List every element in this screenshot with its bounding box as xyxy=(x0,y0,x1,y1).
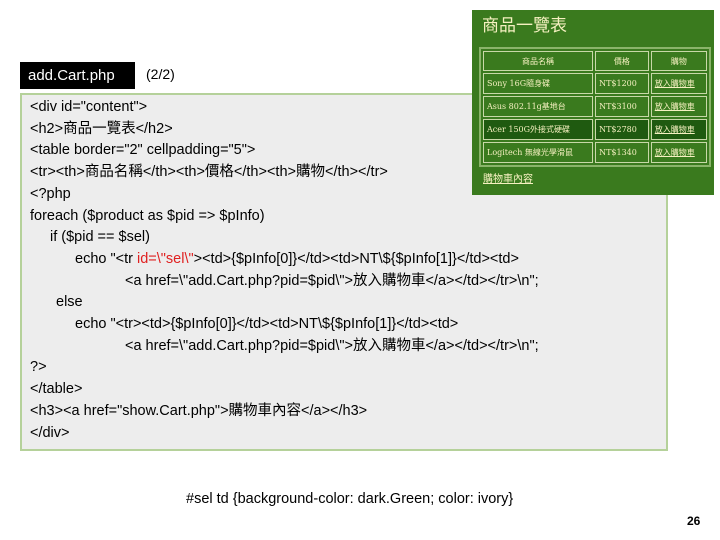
code-line-12: <a href=\"add.Cart.php?pid=$pid\">放入購物車<… xyxy=(125,337,539,354)
product-price: NT$3100 xyxy=(595,96,649,117)
table-row: Logitech 無線光學滑鼠 NT$1340 放入購物車 xyxy=(483,142,707,163)
product-name: Logitech 無線光學滑鼠 xyxy=(483,142,594,163)
product-price: NT$1340 xyxy=(595,142,649,163)
code-line-8: echo "<tr id=\"sel\"><td>{$pInfo[0]}</td… xyxy=(30,249,658,271)
add-to-cart-link[interactable]: 放入購物車 xyxy=(655,79,695,88)
code-line-9: <a href=\"add.Cart.php?pid=$pid\">放入購物車<… xyxy=(125,272,539,289)
header-price: 價格 xyxy=(595,51,649,71)
product-price: NT$2780 xyxy=(595,119,649,140)
slide-page-number: 26 xyxy=(687,514,701,528)
code-line-14: </table> xyxy=(30,381,83,398)
browser-preview: 商品一覽表 商品名稱 價格 購物 Sony 16G隨身碟 NT$1200 放入購… xyxy=(472,10,714,195)
product-price: NT$1200 xyxy=(595,73,649,94)
code-line-16: </div> xyxy=(30,424,70,441)
add-to-cart-link[interactable]: 放入購物車 xyxy=(655,148,695,157)
code-highlight-sel-id: id=\"sel\" xyxy=(136,250,194,267)
code-line-6: foreach ($product as $pid => $pInfo) xyxy=(30,207,265,224)
header-name: 商品名稱 xyxy=(483,51,594,71)
code-line-7: if ($pid == $sel) xyxy=(50,229,150,246)
product-table: 商品名稱 價格 購物 Sony 16G隨身碟 NT$1200 放入購物車 Asu… xyxy=(479,47,711,167)
view-cart-link[interactable]: 購物車內容 xyxy=(483,170,707,185)
product-name: Asus 802.11g基地台 xyxy=(483,96,594,117)
code-line-15: <h3><a href="show.Cart.php">購物車內容</a></h… xyxy=(30,402,368,419)
code-line-13: ?> xyxy=(30,359,47,376)
page-indicator: (2/2) xyxy=(146,66,175,82)
product-name: Sony 16G隨身碟 xyxy=(483,73,594,94)
preview-title: 商品一覽表 xyxy=(482,16,567,36)
table-row-selected: Acer 150G外接式硬碟 NT$2780 放入購物車 xyxy=(483,119,707,140)
header-buy: 購物 xyxy=(650,51,707,71)
code-line-10: else xyxy=(56,294,83,311)
table-header-row: 商品名稱 價格 購物 xyxy=(483,51,707,71)
file-name-label: add.Cart.php xyxy=(20,62,135,89)
add-to-cart-link[interactable]: 放入購物車 xyxy=(655,102,695,111)
code-line-8-post: ><td>{$pInfo[0]}</td><td>NT\${$pInfo[1]}… xyxy=(193,250,519,267)
code-line-11: echo "<tr><td>{$pInfo[0]}</td><td>NT\${$… xyxy=(75,316,459,333)
code-line-8-pre: echo "<tr xyxy=(75,250,137,267)
css-rule-note: #sel td {background-color: dark.Green; c… xyxy=(186,491,514,507)
table-row: Asus 802.11g基地台 NT$3100 放入購物車 xyxy=(483,96,707,117)
table-row: Sony 16G隨身碟 NT$1200 放入購物車 xyxy=(483,73,707,94)
add-to-cart-link[interactable]: 放入購物車 xyxy=(655,125,695,134)
product-name: Acer 150G外接式硬碟 xyxy=(483,119,594,140)
